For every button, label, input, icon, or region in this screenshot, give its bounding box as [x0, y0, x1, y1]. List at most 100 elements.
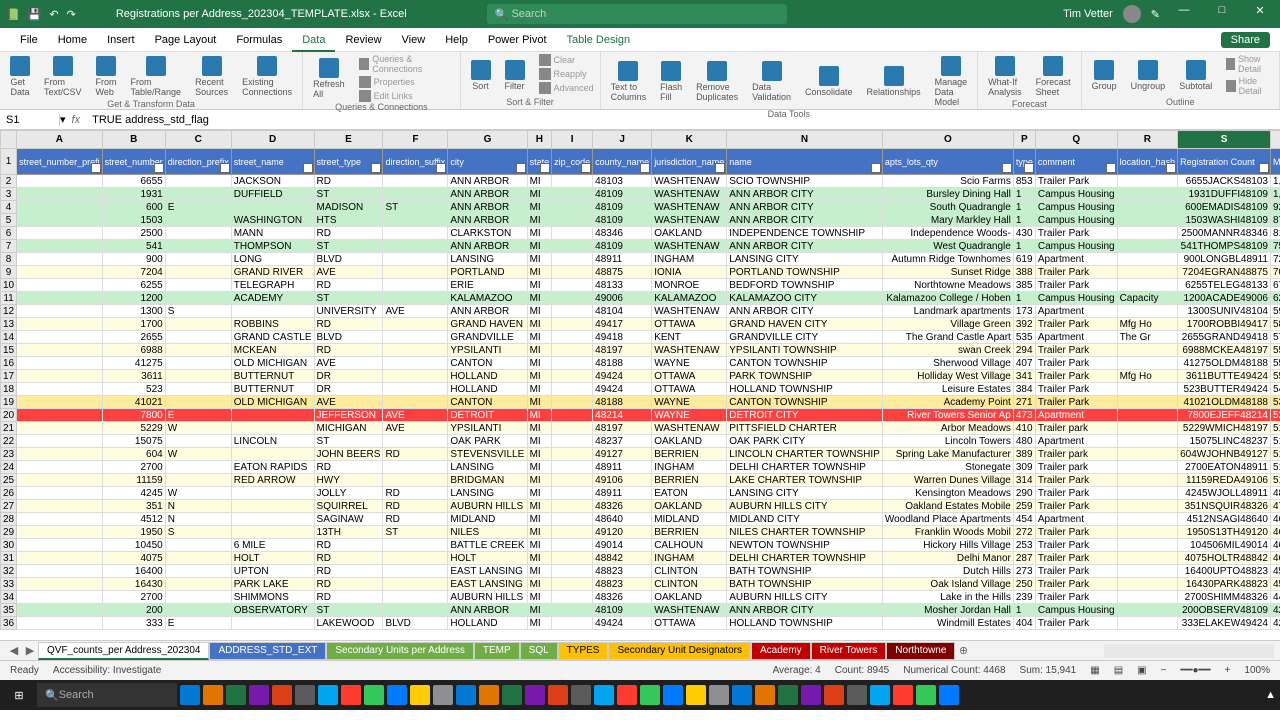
- ribbon-tab-file[interactable]: File: [10, 28, 48, 52]
- cell[interactable]: [383, 357, 448, 370]
- cell[interactable]: West Quadrangle: [882, 240, 1013, 253]
- cell[interactable]: [1117, 617, 1178, 630]
- cell[interactable]: Holliday West Village: [882, 370, 1013, 383]
- cell[interactable]: 1950: [102, 526, 165, 539]
- cell[interactable]: The Grand Castle Apart: [882, 331, 1013, 344]
- cell[interactable]: LANSING: [448, 487, 527, 500]
- cell[interactable]: MI: [527, 565, 552, 578]
- cell[interactable]: Arbor Meadows: [882, 422, 1013, 435]
- cell[interactable]: ACADEMY: [231, 292, 314, 305]
- cell[interactable]: 389: [1013, 448, 1035, 461]
- cell[interactable]: 48346: [593, 227, 652, 240]
- cell[interactable]: AUBURN HILLS CITY: [727, 591, 883, 604]
- tray-icon[interactable]: ▲: [1265, 689, 1276, 701]
- cell[interactable]: Woodland Place Apartments: [882, 513, 1013, 526]
- taskbar-app-icon[interactable]: [801, 685, 821, 705]
- cell[interactable]: GRANDVILLE CITY: [727, 331, 883, 344]
- ribbon-tab-help[interactable]: Help: [435, 28, 478, 52]
- table-header[interactable]: city: [448, 149, 527, 175]
- cell[interactable]: RD: [314, 552, 383, 565]
- cell[interactable]: 49006: [593, 292, 652, 305]
- taskbar-app-icon[interactable]: [686, 685, 706, 705]
- cell[interactable]: SHIMMONS: [231, 591, 314, 604]
- new-sheet-button[interactable]: ⊕: [955, 644, 971, 657]
- cell[interactable]: MIDLAND: [652, 513, 727, 526]
- row-number[interactable]: 22: [1, 435, 17, 448]
- cell[interactable]: [383, 227, 448, 240]
- cell[interactable]: [383, 175, 448, 188]
- cell[interactable]: [552, 331, 593, 344]
- cell[interactable]: INGHAM: [652, 461, 727, 474]
- cell[interactable]: [1117, 175, 1178, 188]
- cell[interactable]: 49014: [593, 539, 652, 552]
- cell[interactable]: 6988MCKEA48197: [1178, 344, 1271, 357]
- column-header[interactable]: J: [593, 131, 652, 149]
- cell[interactable]: [17, 487, 103, 500]
- search-box[interactable]: 🔍 Search: [487, 4, 787, 24]
- cell[interactable]: ANN ARBOR: [448, 604, 527, 617]
- cell[interactable]: [231, 617, 314, 630]
- cell[interactable]: [17, 227, 103, 240]
- user-avatar[interactable]: [1123, 5, 1141, 23]
- cell[interactable]: [1117, 552, 1178, 565]
- taskbar-app-icon[interactable]: [571, 685, 591, 705]
- zoom-slider[interactable]: ━━●━━: [1180, 665, 1210, 676]
- taskbar-app-icon[interactable]: [778, 685, 798, 705]
- cell[interactable]: 1503WASHI48109: [1178, 214, 1271, 227]
- view-layout-icon[interactable]: ▤: [1114, 665, 1123, 676]
- cell[interactable]: HWY: [314, 474, 383, 487]
- cell[interactable]: [17, 552, 103, 565]
- cell[interactable]: GRANDVILLE: [448, 331, 527, 344]
- cell[interactable]: 516: [1270, 435, 1280, 448]
- cell[interactable]: Delhi Manor: [882, 552, 1013, 565]
- row-number[interactable]: 17: [1, 370, 17, 383]
- cell[interactable]: 2700EATON48911: [1178, 461, 1271, 474]
- cell[interactable]: W: [165, 422, 231, 435]
- cell[interactable]: [552, 409, 593, 422]
- share-button[interactable]: Share: [1221, 32, 1270, 48]
- cell[interactable]: [17, 500, 103, 513]
- row-number[interactable]: 19: [1, 396, 17, 409]
- cell[interactable]: [383, 474, 448, 487]
- cell[interactable]: MI: [527, 292, 552, 305]
- filter-button[interactable]: [1106, 163, 1116, 173]
- table-header[interactable]: direction_suffix: [383, 149, 448, 175]
- cell[interactable]: BATH TOWNSHIP: [727, 578, 883, 591]
- cell[interactable]: 49120: [593, 526, 652, 539]
- cell[interactable]: 333: [102, 617, 165, 630]
- cell[interactable]: 604WJOHNB49127: [1178, 448, 1271, 461]
- cell[interactable]: RD: [314, 175, 383, 188]
- cell[interactable]: ANN ARBOR CITY: [727, 214, 883, 227]
- cell[interactable]: 604: [102, 448, 165, 461]
- cell[interactable]: [552, 487, 593, 500]
- cell[interactable]: [552, 370, 593, 383]
- ribbon-tab-page-layout[interactable]: Page Layout: [145, 28, 227, 52]
- sheet-tab[interactable]: ADDRESS_STD_EXT: [209, 642, 326, 660]
- row-number[interactable]: 16: [1, 357, 17, 370]
- ribbon-item[interactable]: What-IfAnalysis: [984, 54, 1026, 99]
- cell[interactable]: [383, 578, 448, 591]
- cell[interactable]: 554: [1270, 357, 1280, 370]
- cell[interactable]: 314: [1013, 474, 1035, 487]
- horizontal-scrollbar[interactable]: [1104, 644, 1274, 658]
- cell[interactable]: 4075: [102, 552, 165, 565]
- ribbon-subitem[interactable]: Queries & Connections: [359, 54, 454, 74]
- cell[interactable]: [1117, 266, 1178, 279]
- taskbar-app-icon[interactable]: [893, 685, 913, 705]
- cell[interactable]: [383, 214, 448, 227]
- cell[interactable]: 404: [1013, 617, 1035, 630]
- cell[interactable]: 7800EJEFF48214: [1178, 409, 1271, 422]
- cell[interactable]: [1117, 539, 1178, 552]
- cell[interactable]: LAKE CHARTER TOWNSHIP: [727, 474, 883, 487]
- cell[interactable]: [552, 474, 593, 487]
- cell[interactable]: [1117, 357, 1178, 370]
- taskbar-app-icon[interactable]: [318, 685, 338, 705]
- taskbar-app-icon[interactable]: [663, 685, 683, 705]
- cell[interactable]: 173: [1013, 305, 1035, 318]
- cell[interactable]: MI: [527, 357, 552, 370]
- view-normal-icon[interactable]: ▦: [1090, 665, 1099, 676]
- cell[interactable]: Apartment: [1035, 513, 1117, 526]
- cell[interactable]: [17, 344, 103, 357]
- cell[interactable]: Capacity: [1117, 292, 1178, 305]
- cell[interactable]: [383, 344, 448, 357]
